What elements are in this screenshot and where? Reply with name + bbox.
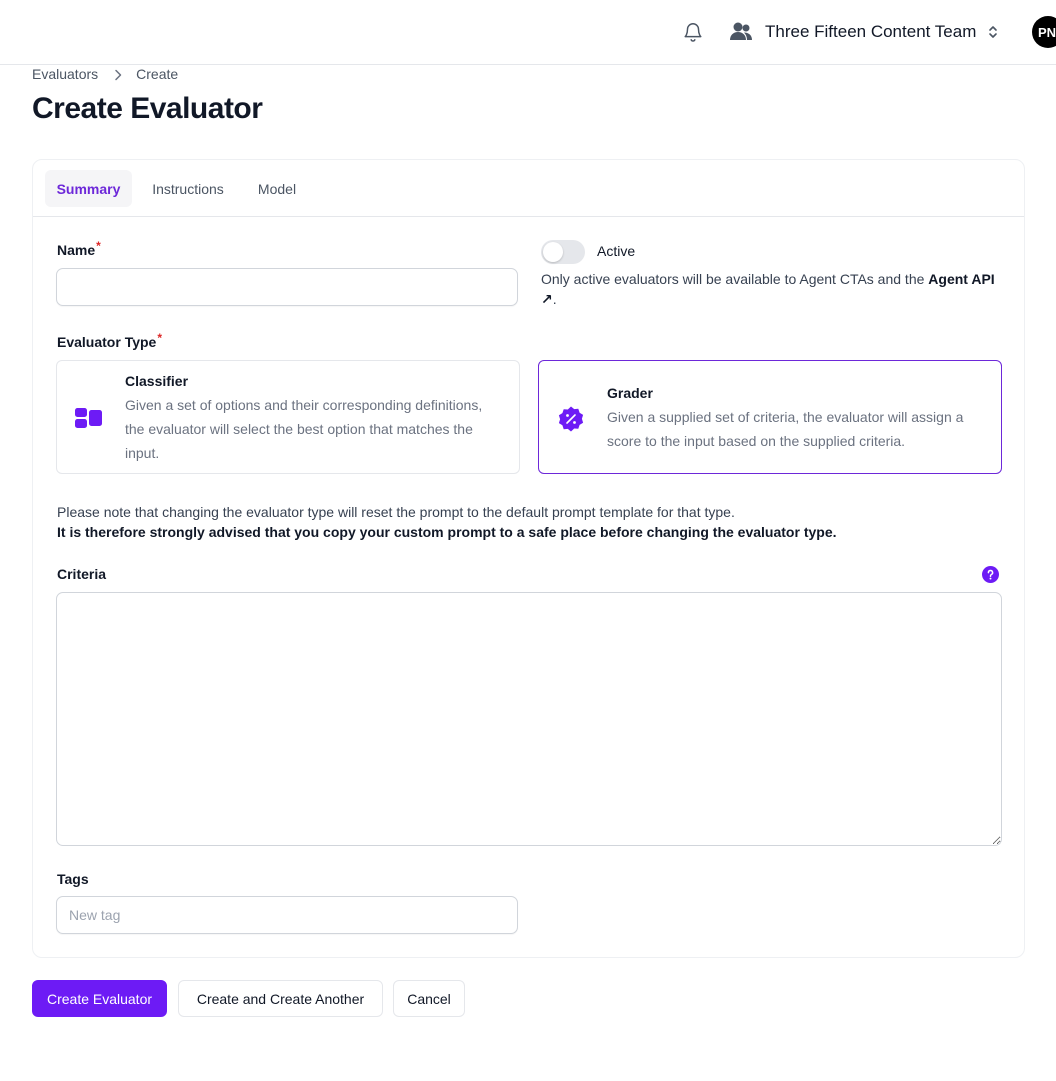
tab-summary[interactable]: Summary xyxy=(45,170,132,207)
active-toggle[interactable] xyxy=(541,240,585,264)
tab-model[interactable]: Model xyxy=(247,170,307,207)
evaluator-type-classifier[interactable]: Classifier Given a set of options and th… xyxy=(56,360,520,474)
note-line-1: Please note that changing the evaluator … xyxy=(57,504,735,520)
toggle-knob xyxy=(543,242,563,262)
chevron-up-down-icon xyxy=(986,23,1000,41)
name-label: Name* xyxy=(57,239,101,258)
name-input[interactable] xyxy=(56,268,518,306)
criteria-textarea[interactable] xyxy=(56,592,1002,846)
evaluator-type-label: Evaluator Type* xyxy=(57,331,162,350)
bell-icon[interactable] xyxy=(682,21,704,43)
required-mark: * xyxy=(157,331,162,345)
required-mark: * xyxy=(96,239,101,253)
avatar-initials: PN xyxy=(1038,24,1056,40)
evaluator-type-grader[interactable]: Grader Given a supplied set of criteria,… xyxy=(538,360,1002,474)
criteria-label: Criteria xyxy=(57,566,107,582)
breadcrumb: Evaluators Create xyxy=(32,65,178,83)
help-icon[interactable] xyxy=(982,566,999,583)
team-name: Three Fifteen Content Team xyxy=(765,22,977,41)
active-help-text: Only active evaluators will be available… xyxy=(541,269,1011,309)
users-icon xyxy=(728,19,754,45)
avatar[interactable]: PN xyxy=(1032,16,1056,48)
chevron-right-icon xyxy=(114,68,122,81)
evaluator-form-card: Summary Instructions Model Name* Active … xyxy=(32,159,1025,958)
breadcrumb-evaluators-link[interactable]: Evaluators xyxy=(32,66,98,82)
page-title: Create Evaluator xyxy=(32,92,263,125)
tags-label: Tags xyxy=(57,871,89,887)
classifier-icon xyxy=(75,408,103,435)
active-help-body: Only active evaluators will be available… xyxy=(541,271,929,287)
team-switcher[interactable]: Three Fifteen Content Team xyxy=(728,18,1000,46)
create-and-create-another-button[interactable]: Create and Create Another xyxy=(178,980,383,1017)
tags-input[interactable] xyxy=(56,896,518,934)
grader-title: Grader xyxy=(607,385,653,401)
top-bar: Three Fifteen Content Team PN xyxy=(0,0,1056,65)
active-help-end: . xyxy=(552,291,557,307)
tab-instructions[interactable]: Instructions xyxy=(140,170,236,207)
breadcrumb-current: Create xyxy=(136,66,179,82)
tab-bar: Summary Instructions Model xyxy=(33,160,1024,217)
create-evaluator-button[interactable]: Create Evaluator xyxy=(32,980,167,1017)
note-line-2: It is therefore strongly advised that yo… xyxy=(57,524,837,540)
percent-badge-icon xyxy=(557,405,585,438)
evaluator-type-note: Please note that changing the evaluator … xyxy=(57,502,837,542)
grader-description: Given a supplied set of criteria, the ev… xyxy=(607,409,964,449)
active-label: Active xyxy=(597,243,636,259)
classifier-description: Given a set of options and their corresp… xyxy=(125,397,483,461)
cancel-button[interactable]: Cancel xyxy=(393,980,465,1017)
evaluator-type-label-text: Evaluator Type xyxy=(57,334,157,350)
classifier-title: Classifier xyxy=(125,373,189,389)
name-label-text: Name xyxy=(57,242,96,258)
